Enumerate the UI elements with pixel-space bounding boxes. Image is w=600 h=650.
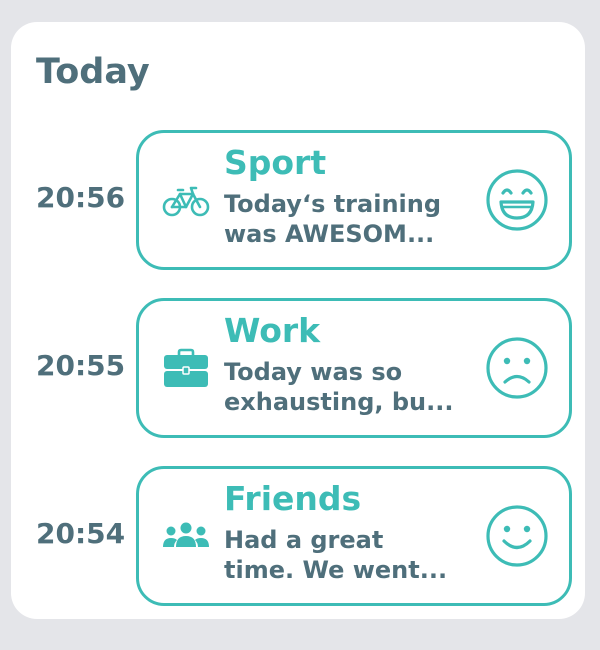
entry-preview-line: exhausting, bu... (224, 388, 454, 416)
entry-preview: Today was so exhausting, bu... (224, 357, 469, 417)
entry-preview: Had a great time. We went... (224, 525, 469, 585)
entry-preview-line: Today was so (224, 358, 403, 386)
entry-preview-line: was AWESOM... (224, 220, 435, 248)
entry-category: Friends (224, 479, 362, 518)
bicycle-icon (161, 180, 211, 220)
list-item: 20:54 Friends Had a great time. We went.… (11, 466, 585, 606)
entry-time: 20:56 (36, 181, 126, 214)
entry-category: Work (224, 311, 321, 350)
today-card: Today 20:56 Sport Today‘s training was A… (11, 22, 585, 619)
entry-preview-line: Today‘s training (224, 190, 442, 218)
entry-preview-line: time. We went... (224, 556, 448, 584)
list-item: 20:56 Sport Today‘s training was AWESOM.… (11, 130, 585, 270)
sad-face-icon (484, 335, 550, 401)
page-title: Today (36, 52, 150, 92)
smiling-face-icon (484, 503, 550, 569)
entry-category: Sport (224, 143, 327, 182)
laughing-face-icon (484, 167, 550, 233)
entry-card-work[interactable]: Work Today was so exhausting, bu... (136, 298, 572, 438)
entry-time: 20:54 (36, 517, 126, 550)
entry-preview: Today‘s training was AWESOM... (224, 189, 469, 249)
list-item: 20:55 Work Today was so exhausting, bu..… (11, 298, 585, 438)
group-icon (161, 516, 211, 556)
briefcase-icon (161, 348, 211, 388)
entry-card-friends[interactable]: Friends Had a great time. We went... (136, 466, 572, 606)
entry-card-sport[interactable]: Sport Today‘s training was AWESOM... (136, 130, 572, 270)
entry-preview-line: Had a great (224, 526, 384, 554)
entry-time: 20:55 (36, 349, 126, 382)
